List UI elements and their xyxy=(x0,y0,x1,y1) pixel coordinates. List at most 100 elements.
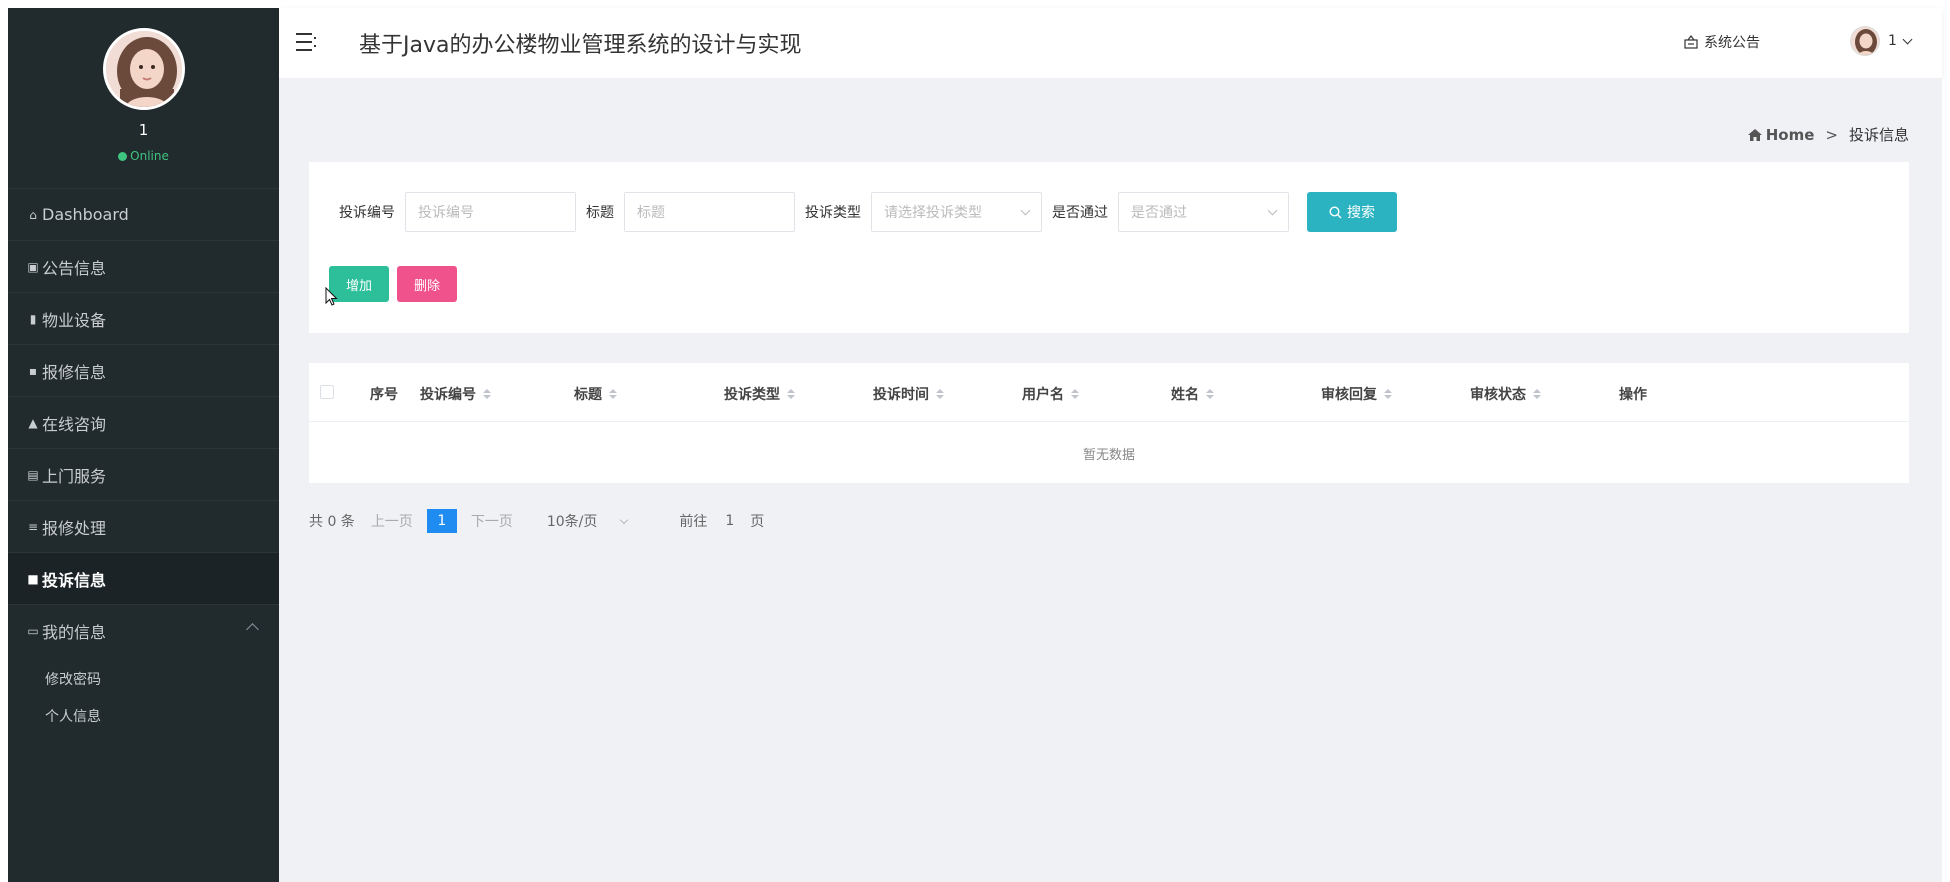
chevron-down-icon xyxy=(1902,34,1913,44)
notice-label: 系统公告 xyxy=(1704,35,1760,51)
complaint-type-placeholder: 请选择投诉类型 xyxy=(884,204,982,220)
menu-toggle-icon[interactable] xyxy=(296,31,318,53)
sidebar-item-label: 上门服务 xyxy=(42,466,107,486)
approved-select[interactable]: 是否通过 xyxy=(1118,192,1289,232)
sort-icon[interactable] xyxy=(609,389,617,399)
sidebar-item-repair-handle[interactable]: ≡ 报修处理 xyxy=(8,500,279,552)
column-header[interactable]: 用户名 xyxy=(1022,384,1079,404)
sidebar-item-label: 公告信息 xyxy=(42,258,107,278)
card-icon: ▭ xyxy=(27,623,39,638)
sidebar: 1 Online ⌂ Dashboard ▣ 公告信息 ▮ 物业设备 ▪ 报修信息 ▲ 在… xyxy=(8,8,279,882)
search-button[interactable]: 搜索 xyxy=(1307,192,1397,232)
column-label: 审核回复 xyxy=(1321,387,1377,403)
approved-placeholder: 是否通过 xyxy=(1131,204,1187,220)
sidebar-subitem-profile[interactable]: 个人信息 xyxy=(8,697,279,734)
sidebar-subitem-change-password[interactable]: 修改密码 xyxy=(8,660,279,697)
search-row: 投诉编号 投诉编号 标题 标题 投诉类型 请选择投诉类型 是否通过 是否通过 搜… xyxy=(339,192,1397,232)
notice-icon: ▣ xyxy=(27,259,39,274)
column-header[interactable]: 投诉时间 xyxy=(873,384,944,404)
page-size-value: 10条/页 xyxy=(546,514,598,530)
column-label: 用户名 xyxy=(1022,387,1064,403)
column-label: 姓名 xyxy=(1171,387,1199,403)
column-label: 标题 xyxy=(574,387,602,403)
search-panel: 投诉编号 投诉编号 标题 标题 投诉类型 请选择投诉类型 是否通过 是否通过 搜… xyxy=(309,162,1909,333)
column-header[interactable]: 审核状态 xyxy=(1470,384,1541,404)
chevron-down-icon xyxy=(1020,205,1031,215)
sidebar-item-complaint[interactable]: ■ 投诉信息 xyxy=(8,552,279,604)
pagination: 共 0 条 上一页 1 下一页 10条/页 前往 1 页 xyxy=(309,509,764,533)
avatar[interactable] xyxy=(103,28,185,110)
complaint-table: 序号 投诉编号 标题 投诉类型 投诉时间 用户名 姓名 审核回复 审核状态 操作… xyxy=(309,363,1909,483)
column-header[interactable]: 投诉编号 xyxy=(420,384,491,404)
sidebar-item-my-info[interactable]: ▭ 我的信息 xyxy=(8,604,279,656)
mouse-cursor-icon xyxy=(325,287,338,306)
empty-table-message: 暂无数据 xyxy=(1082,447,1135,463)
column-header[interactable]: 投诉类型 xyxy=(724,384,795,404)
top-bar: 基于Java的办公楼物业管理系统的设计与实现 系统公告 1 xyxy=(279,8,1942,78)
column-header[interactable]: 审核回复 xyxy=(1321,384,1392,404)
pager-next-button[interactable]: 下一页 xyxy=(471,511,513,531)
sort-icon[interactable] xyxy=(1384,389,1392,399)
system-notice-link[interactable]: 系统公告 xyxy=(1683,32,1760,52)
select-all-checkbox[interactable] xyxy=(320,385,334,399)
pager-current-page[interactable]: 1 xyxy=(426,509,457,533)
complaint-type-select[interactable]: 请选择投诉类型 xyxy=(871,192,1042,232)
online-status: Online xyxy=(8,149,279,163)
sidebar-item-label: Dashboard xyxy=(42,205,129,224)
online-dot-icon xyxy=(118,152,128,161)
sort-icon[interactable] xyxy=(483,389,491,399)
breadcrumb-home[interactable]: Home xyxy=(1766,126,1815,144)
sidebar-item-label: 投诉信息 xyxy=(42,570,107,590)
grid-icon: ▪ xyxy=(28,363,38,378)
chevron-down-icon xyxy=(620,515,629,524)
pager-prev-button[interactable]: 上一页 xyxy=(371,511,413,531)
column-label: 操作 xyxy=(1619,387,1647,403)
title-input[interactable]: 标题 xyxy=(624,192,795,232)
user-icon: ▲ xyxy=(28,415,38,430)
main-content: Home > 投诉信息 投诉编号 投诉编号 标题 标题 投诉类型 请选择投诉类型… xyxy=(279,78,1942,882)
complaint-no-label: 投诉编号 xyxy=(339,205,395,221)
pager-goto-label: 前往 xyxy=(679,514,708,530)
sidebar-item-onsite-service[interactable]: ▤ 上门服务 xyxy=(8,448,279,500)
sidebar-user-name: 1 xyxy=(138,121,149,139)
sidebar-item-label: 报修处理 xyxy=(42,518,107,538)
search-icon xyxy=(1329,205,1342,218)
delete-button[interactable]: 删除 xyxy=(397,266,457,302)
chevron-up-icon xyxy=(246,623,259,636)
notice-bell-icon xyxy=(1684,35,1698,49)
sort-icon[interactable] xyxy=(1071,389,1079,399)
complaint-no-input[interactable]: 投诉编号 xyxy=(405,192,576,232)
sidebar-item-label: 我的信息 xyxy=(42,622,107,642)
sidebar-item-label: 报修信息 xyxy=(42,362,107,382)
search-button-label: 搜索 xyxy=(1347,205,1375,221)
sort-icon[interactable] xyxy=(1533,389,1541,399)
sidebar-menu: ⌂ Dashboard ▣ 公告信息 ▮ 物业设备 ▪ 报修信息 ▲ 在线咨询 ▤ 上门服务… xyxy=(8,188,279,734)
page-size-select[interactable]: 10条/页 xyxy=(546,511,629,531)
pager-goto-input[interactable]: 1 xyxy=(725,513,734,529)
sidebar-item-equipment[interactable]: ▮ 物业设备 xyxy=(8,292,279,344)
doc-icon: ▤ xyxy=(27,467,39,482)
top-avatar xyxy=(1850,26,1880,56)
status-text: Online xyxy=(130,149,169,163)
column-label: 投诉时间 xyxy=(873,387,929,403)
sort-icon[interactable] xyxy=(787,389,795,399)
column-header[interactable]: 标题 xyxy=(574,384,617,404)
sidebar-item-consult[interactable]: ▲ 在线咨询 xyxy=(8,396,279,448)
chevron-down-icon xyxy=(1267,205,1278,215)
breadcrumb-current: 投诉信息 xyxy=(1848,126,1909,144)
column-header: 操作 xyxy=(1619,384,1647,404)
approved-label: 是否通过 xyxy=(1052,205,1108,221)
user-menu[interactable]: 1 xyxy=(1850,26,1913,56)
column-label: 审核状态 xyxy=(1470,387,1526,403)
avatar-image-icon xyxy=(106,31,182,107)
column-header[interactable]: 姓名 xyxy=(1171,384,1214,404)
sidebar-item-dashboard[interactable]: ⌂ Dashboard xyxy=(8,188,279,240)
sort-icon[interactable] xyxy=(1206,389,1214,399)
sidebar-item-notice[interactable]: ▣ 公告信息 xyxy=(8,240,279,292)
sidebar-item-repair-info[interactable]: ▪ 报修信息 xyxy=(8,344,279,396)
bar-chart-icon: ▮ xyxy=(29,311,37,326)
home-icon: ⌂ xyxy=(29,207,37,222)
home-icon xyxy=(1747,128,1762,141)
sort-icon[interactable] xyxy=(936,389,944,399)
breadcrumb: Home > 投诉信息 xyxy=(1747,124,1909,145)
